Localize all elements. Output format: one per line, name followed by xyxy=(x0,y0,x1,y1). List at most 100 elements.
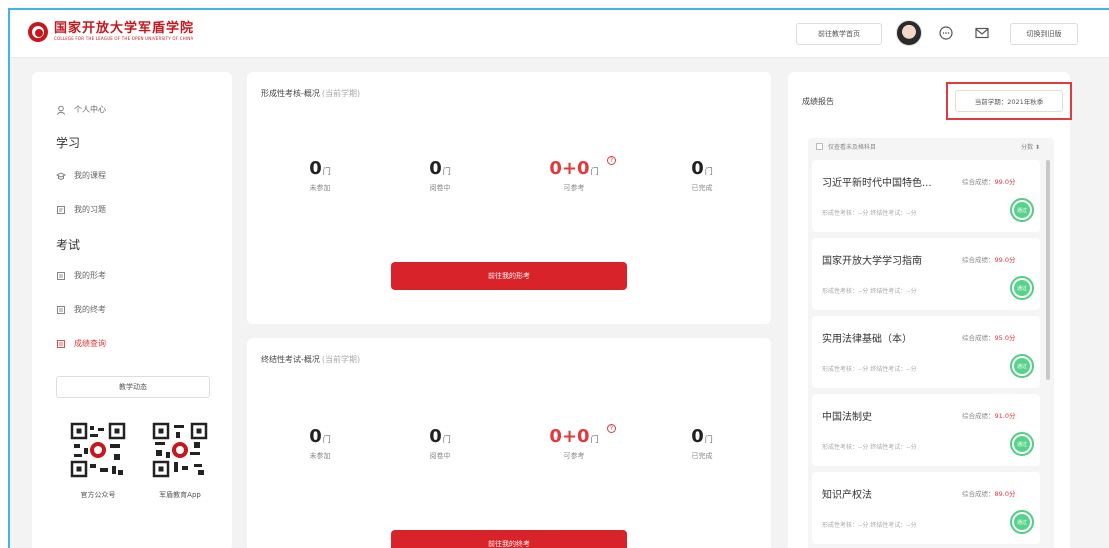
stat-unit: 门 xyxy=(442,167,451,176)
section-heading-study: 学习 xyxy=(56,136,81,150)
chat-icon[interactable] xyxy=(938,25,954,41)
stat-available: 0+0门 可参考 xyxy=(529,426,619,461)
stat-label: 阅卷中 xyxy=(429,184,451,192)
badge-text: 通过 xyxy=(1014,280,1030,296)
stat-unit: 门 xyxy=(322,435,331,444)
formative-title: 形成性考核-概况 xyxy=(261,89,320,98)
stat-value: 0+0 xyxy=(549,158,590,179)
stat-unit: 门 xyxy=(442,435,451,444)
stat-label: 可参考 xyxy=(563,452,585,460)
logo-title: 国家开放大学军盾学院 xyxy=(54,21,195,36)
sidebar-item-label: 我的形考 xyxy=(74,271,106,280)
score-detail: 形成性考核：--分 终结性考试：--分 xyxy=(822,210,917,217)
sidebar-item-score-query[interactable]: 成绩查询 xyxy=(56,338,106,349)
courses-icon xyxy=(56,171,66,180)
stat-unit: 门 xyxy=(704,167,713,176)
stat-value: 0 xyxy=(309,426,322,447)
overall-label: 综合成绩： xyxy=(962,334,995,342)
go-formative-button[interactable]: 前往我的形考 xyxy=(391,262,627,290)
badge-text: 通过 xyxy=(1014,436,1030,452)
stat-grading: 0门 阅卷中 xyxy=(395,158,485,193)
badge-text: 通过 xyxy=(1014,202,1030,218)
sidebar-item-label: 成绩查询 xyxy=(74,339,106,348)
overall-label: 综合成绩： xyxy=(962,256,995,264)
course-name: 实用法律基础（本） xyxy=(822,334,912,345)
go-final-button[interactable]: 前往我的终考 xyxy=(391,530,627,548)
badge-text: 通过 xyxy=(1014,514,1030,530)
list-item[interactable]: 中国法制史 综合成绩：91.0分 形成性考核：--分 终结性考试：--分 通过 xyxy=(812,394,1040,466)
sidebar-item-profile[interactable]: 个人中心 xyxy=(56,104,106,115)
stat-grading: 0门 阅卷中 xyxy=(395,426,485,461)
stat-value: 0 xyxy=(691,426,704,447)
sidebar-item-my-courses[interactable]: 我的课程 xyxy=(56,170,106,181)
course-name: 习近平新时代中国特色... xyxy=(822,178,932,189)
sidebar-item-my-final[interactable]: 我的终考 xyxy=(56,304,106,315)
top-header: 国家开放大学军盾学院 COLLEGE FOR THE LEAGUE OF THE… xyxy=(10,10,1109,58)
pass-badge-icon: 通过 xyxy=(1010,198,1034,222)
stat-unit: 门 xyxy=(590,435,599,444)
sidebar-item-label: 我的习题 xyxy=(74,205,106,214)
sidebar-item-my-formative[interactable]: 我的形考 xyxy=(56,270,106,281)
teaching-news-button[interactable]: 教学动态 xyxy=(56,376,210,398)
overall-score: 综合成绩：99.0分 xyxy=(962,176,1015,186)
course-name: 国家开放大学学习指南 xyxy=(822,256,922,267)
badge-text: 通过 xyxy=(1014,358,1030,374)
stat-completed: 0门 已完成 xyxy=(657,158,747,193)
score-icon xyxy=(57,339,65,348)
sidebar-item-label: 我的终考 xyxy=(74,305,106,314)
questions-icon xyxy=(57,205,65,214)
list-item[interactable]: 习近平新时代中国特色... 综合成绩：99.0分 形成性考核：--分 终结性考试… xyxy=(812,160,1040,232)
list-item[interactable]: 知识产权法 综合成绩：89.0分 形成性考核：--分 终结性考试：--分 通过 xyxy=(812,472,1040,544)
mail-icon[interactable] xyxy=(974,25,990,41)
fail-only-checkbox[interactable] xyxy=(816,143,823,150)
formative-overview-panel: 形成性考核-概况 (当前学期) 0门 未参加 0门 阅卷中 0+0门 可参考 ? … xyxy=(247,72,771,324)
avatar[interactable] xyxy=(896,20,922,46)
app-download-qr-image xyxy=(152,422,208,478)
stat-value: 0 xyxy=(429,426,442,447)
score-report-panel: 成绩报告 当前学期：2021年秋季 仅查看未及格科目 分数 ⬍ 习近平新时代中国… xyxy=(788,72,1072,548)
stat-unit: 门 xyxy=(704,435,713,444)
home-button[interactable]: 前往教学首页 xyxy=(796,23,882,45)
stat-label: 未参加 xyxy=(309,452,331,460)
overall-score: 综合成绩：91.0分 xyxy=(962,410,1015,420)
final-overview-panel: 终结性考试-概况 (当前学期) 0门 未参加 0门 阅卷中 0+0门 可参考 ? … xyxy=(247,338,771,548)
list-scrollbar[interactable] xyxy=(1046,160,1050,380)
logo-emblem-icon xyxy=(28,22,48,42)
score-value: 89.0分 xyxy=(994,490,1016,498)
final-exam-icon xyxy=(57,305,65,314)
pass-badge-icon: 通过 xyxy=(1010,276,1034,300)
qr-label-app: 军盾教育App xyxy=(159,491,201,499)
stat-value: 0+0 xyxy=(549,426,590,447)
logo-subtitle: COLLEGE FOR THE LEAGUE OF THE OPEN UNIVE… xyxy=(54,36,194,41)
overall-label: 综合成绩： xyxy=(962,178,995,186)
overall-score: 综合成绩：95.0分 xyxy=(962,332,1015,342)
official-account-qr-image xyxy=(70,422,126,478)
section-heading-exam: 考试 xyxy=(56,238,81,252)
list-header: 仅查看未及格科目 分数 ⬍ xyxy=(808,138,1054,156)
stat-not-attended: 0门 未参加 xyxy=(275,426,365,461)
switch-old-version-button[interactable]: 切换到旧版 xyxy=(1010,23,1078,45)
stat-available: 0+0门 可参考 xyxy=(529,158,619,193)
sort-by-score[interactable]: 分数 ⬍ xyxy=(1021,142,1040,151)
app-frame: 国家开放大学军盾学院 COLLEGE FOR THE LEAGUE OF THE… xyxy=(8,8,1109,548)
pass-badge-icon: 通过 xyxy=(1010,510,1034,534)
stat-label: 阅卷中 xyxy=(429,452,451,460)
score-detail: 形成性考核：--分 终结性考试：--分 xyxy=(822,366,917,373)
term-selector[interactable]: 当前学期：2021年秋季 xyxy=(955,90,1063,112)
stat-label: 已完成 xyxy=(691,184,713,192)
overall-label: 综合成绩： xyxy=(962,490,995,498)
score-value: 91.0分 xyxy=(994,412,1016,420)
sidebar-item-my-questions[interactable]: 我的习题 xyxy=(56,204,106,215)
list-item[interactable]: 国家开放大学学习指南 综合成绩：99.0分 形成性考核：--分 终结性考试：--… xyxy=(812,238,1040,310)
list-item[interactable]: 实用法律基础（本） 综合成绩：95.0分 形成性考核：--分 终结性考试：--分… xyxy=(812,316,1040,388)
sidebar: 个人中心 学习 我的课程 我的习题 考试 我的形考 我的终考 成绩查询 教学动态 xyxy=(32,72,232,548)
score-detail: 形成性考核：--分 终结性考试：--分 xyxy=(822,288,917,295)
help-icon[interactable]: ? xyxy=(607,156,616,165)
panel-title: 终结性考试-概况 (当前学期) xyxy=(261,354,360,365)
sidebar-item-label: 个人中心 xyxy=(74,105,106,114)
site-logo[interactable]: 国家开放大学军盾学院 COLLEGE FOR THE LEAGUE OF THE… xyxy=(28,22,194,42)
help-icon[interactable]: ? xyxy=(607,424,616,433)
user-icon xyxy=(56,105,66,115)
stat-value: 0 xyxy=(429,158,442,179)
score-detail: 形成性考核：--分 终结性考试：--分 xyxy=(822,522,917,529)
